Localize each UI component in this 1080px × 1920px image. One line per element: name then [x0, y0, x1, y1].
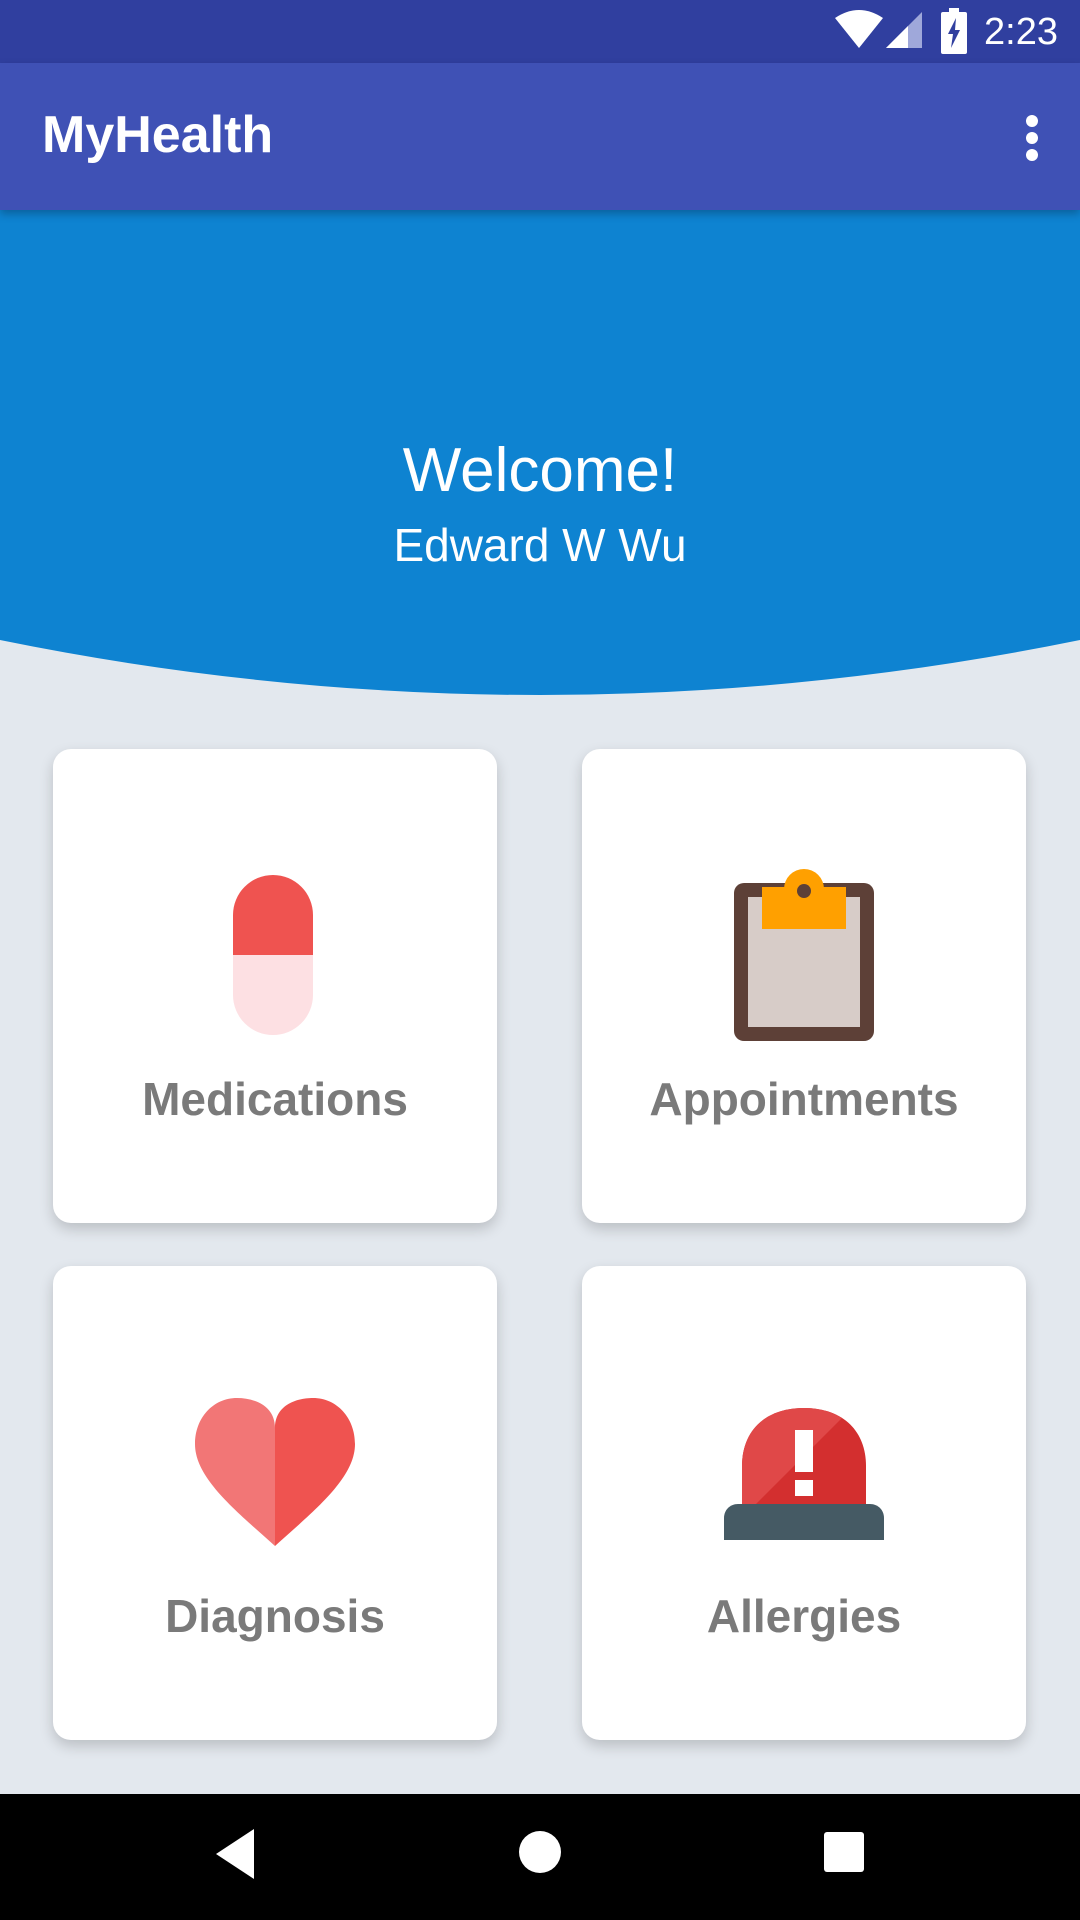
app-title: MyHealth	[42, 106, 274, 164]
pill-icon	[233, 875, 313, 1035]
app-bar: MyHealth	[0, 63, 1080, 210]
back-icon[interactable]	[212, 1827, 258, 1881]
user-name: Edward W Wu	[393, 519, 687, 571]
welcome-title: Welcome!	[402, 436, 678, 505]
home-icon[interactable]	[518, 1830, 562, 1874]
diagnosis-card[interactable]: Diagnosis	[53, 1266, 497, 1740]
wifi-icon	[835, 10, 883, 48]
medications-card[interactable]: Medications	[53, 749, 497, 1223]
battery-charging-icon	[941, 8, 967, 54]
system-nav-bar	[0, 1794, 1080, 1920]
cell-signal-icon	[886, 12, 922, 48]
medications-label: Medications	[142, 1073, 408, 1125]
allergies-card[interactable]: Allergies	[582, 1266, 1026, 1740]
status-bar: 2:23	[0, 0, 1080, 63]
alarm-light-icon	[724, 1408, 884, 1540]
clipboard-icon	[734, 869, 874, 1041]
diagnosis-label: Diagnosis	[165, 1590, 385, 1642]
status-time: 2:23	[984, 11, 1058, 53]
appointments-card[interactable]: Appointments	[582, 749, 1026, 1223]
allergies-label: Allergies	[706, 1590, 902, 1642]
heart-icon	[195, 1398, 355, 1546]
more-vert-icon[interactable]	[1024, 115, 1040, 161]
appointments-label: Appointments	[649, 1073, 959, 1125]
recents-icon[interactable]	[823, 1831, 865, 1873]
welcome-banner: Welcome! Edward W Wu	[0, 210, 1080, 700]
